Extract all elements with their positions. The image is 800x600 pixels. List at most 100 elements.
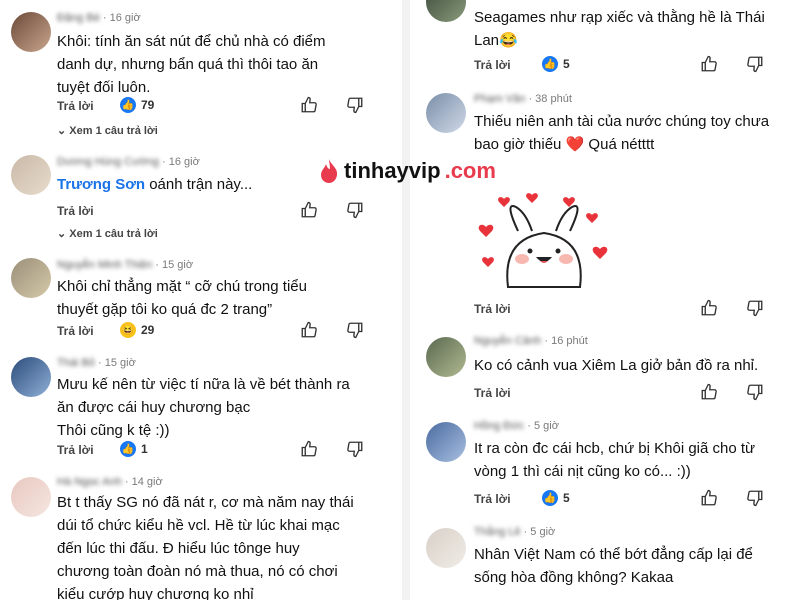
comment-text: Khôi: tính ăn sát nút để chủ nhà có điểm… [57, 30, 380, 99]
reaction-summary[interactable]: 😆 29 [120, 322, 154, 338]
thumbs-down-icon[interactable] [346, 201, 366, 221]
comment-actions: Trả lời [474, 299, 780, 320]
comment-actions: Trả lời [474, 383, 780, 404]
comment-time: 5 giờ [530, 526, 556, 538]
comment-text-line: Khôi: tính ăn sát nút để chủ nhà có điểm [57, 33, 326, 50]
comment-author[interactable]: Thái Bỏ [57, 357, 95, 369]
rabbit-sticker [474, 187, 614, 292]
comment-author[interactable]: Thắng Lê [474, 526, 520, 538]
reaction-summary[interactable]: 👍 5 [542, 56, 570, 72]
comment-meta: Hà Ngọc Anh · 14 giờ [57, 476, 163, 488]
reply-button[interactable]: Trả lời [57, 204, 94, 218]
reply-button[interactable]: Trả lời [57, 324, 94, 338]
thumbs-up-icon[interactable] [300, 440, 320, 460]
comment-text-line: Bt t thấy SG nó đã nát r, cơ mà năm nay … [57, 494, 354, 511]
avatar[interactable] [426, 0, 466, 22]
comment-actions: Trả lời 👍 1 [57, 440, 380, 461]
comment-meta: Đặng Bé · 16 giờ [57, 12, 141, 24]
thumbs-down-icon[interactable] [746, 489, 766, 509]
comment-text-line: Lan😂 [474, 32, 518, 49]
comment-time: 5 giờ [533, 420, 559, 432]
comment-text-line: bao giờ thiếu ❤️ Quá nétttt [474, 133, 780, 156]
reaction-summary[interactable]: 👍 1 [120, 441, 148, 457]
reply-button[interactable]: Trả lời [57, 443, 94, 457]
reaction-summary[interactable]: 👍 5 [542, 490, 570, 506]
comment-text-line: Seagames như rạp xiếc và thằng hề là Thá… [474, 9, 765, 26]
mention-link[interactable]: Trương Sơn [57, 176, 145, 193]
reaction-count: 1 [141, 442, 148, 456]
like-reaction-icon: 👍 [120, 441, 136, 457]
comment-text-line: Thiếu niên anh tài của nước chúng toy ch… [474, 113, 770, 130]
comment-text-line: vòng 1 thì cái nịt cũng ko có... :)) [474, 463, 691, 480]
avatar[interactable] [11, 12, 51, 52]
comment-item: Seagames như rạp xiếc và thằng hề là Thá… [412, 0, 800, 85]
right-comment-column: Seagames như rạp xiếc và thằng hề là Thá… [412, 0, 800, 600]
see-replies-link[interactable]: ⌄ Xem 1 câu trả lời [57, 124, 158, 137]
comment-author[interactable]: Nguyễn Minh Thiện [57, 259, 152, 271]
avatar[interactable] [11, 155, 51, 195]
column-divider [402, 0, 410, 600]
reply-button[interactable]: Trả lời [57, 99, 94, 113]
thumbs-up-icon[interactable] [300, 321, 320, 341]
avatar[interactable] [426, 528, 466, 568]
thumbs-down-icon[interactable] [346, 321, 366, 341]
comment-author[interactable]: Đặng Bé [57, 12, 100, 24]
reaction-summary[interactable]: 👍 79 [120, 97, 154, 113]
comment-item: Nguyễn Minh Thiện · 15 giờ Khôi chỉ thẳn… [0, 245, 400, 345]
thumbs-down-icon[interactable] [346, 96, 366, 116]
watermark-brand: tinhayvip [344, 158, 441, 183]
comment-text-line: It ra còn đc cái hcb, chứ bị Khôi giã ch… [474, 440, 756, 457]
comment-meta: Dương Hùng Cường · 16 giờ [57, 156, 200, 168]
avatar[interactable] [426, 337, 466, 377]
comment-text-line: danh dự, nhưng bẩn quá thì thôi tao ăn [57, 56, 319, 73]
comment-actions: Trả lời 👍 5 [474, 55, 780, 76]
comment-text-line: Nhân Việt Nam có thể bớt đẳng cấp lại để [474, 546, 753, 563]
thumbs-up-icon[interactable] [300, 201, 320, 221]
reply-button[interactable]: Trả lời [474, 302, 511, 316]
comment-time: 15 giờ [161, 259, 194, 271]
comment-author[interactable]: Phạm Văn [474, 93, 525, 105]
reply-button[interactable]: Trả lời [474, 58, 511, 72]
comment-text-line: kiểu cướp huy chương ko nhỉ [57, 586, 254, 600]
comment-author[interactable]: Hà Ngọc Anh [57, 476, 122, 488]
see-replies-link[interactable]: ⌄ Xem 1 câu trả lời [57, 227, 158, 240]
comment-text-line: thuyết gặp tôi ko quá đc 2 trang” [57, 301, 273, 318]
left-comment-column: Đặng Bé · 16 giờ Khôi: tính ăn sát nút đ… [0, 0, 400, 600]
comment-text: Mưu kế nên từ việc tí nữa là về bét thàn… [57, 373, 380, 442]
comment-meta: Thái Bỏ · 15 giờ [57, 357, 136, 369]
comment-author[interactable]: Nguyễn Cảnh [474, 335, 541, 347]
haha-reaction-icon: 😆 [120, 322, 136, 338]
reply-button[interactable]: Trả lời [474, 386, 511, 400]
reaction-count: 29 [141, 323, 155, 337]
comment-time: 16 giờ [109, 12, 141, 24]
avatar[interactable] [11, 258, 51, 298]
comment-text-line: đến lúc thi đấu. Đ hiểu lúc tônge huy [57, 540, 300, 557]
thumbs-down-icon[interactable] [346, 440, 366, 460]
thumbs-down-icon[interactable] [746, 383, 766, 403]
comment-actions: Trả lời 👍 5 [474, 489, 780, 510]
thumbs-up-icon[interactable] [300, 96, 320, 116]
comment-time: 16 giờ [168, 156, 200, 168]
thumbs-down-icon[interactable] [746, 55, 766, 75]
avatar[interactable] [426, 422, 466, 462]
thumbs-up-icon[interactable] [700, 489, 720, 509]
thumbs-down-icon[interactable] [746, 299, 766, 319]
thumbs-up-icon[interactable] [700, 383, 720, 403]
comment-text-line: Mưu kế nên từ việc tí nữa là về bét thàn… [57, 376, 350, 393]
flame-logo-icon [321, 159, 338, 183]
thumbs-up-icon[interactable] [700, 299, 720, 319]
comment-meta: Hồng Đức · 5 giờ [474, 420, 559, 432]
thumbs-up-icon[interactable] [700, 55, 720, 75]
comment-text-line: sống hòa đồng không? Kakaa [474, 569, 674, 586]
comment-author[interactable]: Hồng Đức [474, 420, 524, 432]
comment-time: 16 phút [551, 335, 588, 347]
watermark-domain: .com [444, 158, 496, 183]
avatar[interactable] [11, 357, 51, 397]
comment-item: Hồng Đức · 5 giờ It ra còn đc cái hcb, c… [412, 410, 800, 518]
reply-button[interactable]: Trả lời [474, 492, 511, 506]
comment-author[interactable]: Dương Hùng Cường [57, 156, 159, 168]
avatar[interactable] [11, 477, 51, 517]
comment-actions: Trả lời 😆 29 [57, 321, 380, 342]
avatar[interactable] [426, 93, 466, 133]
comment-meta: Thắng Lê · 5 giờ [474, 526, 556, 538]
